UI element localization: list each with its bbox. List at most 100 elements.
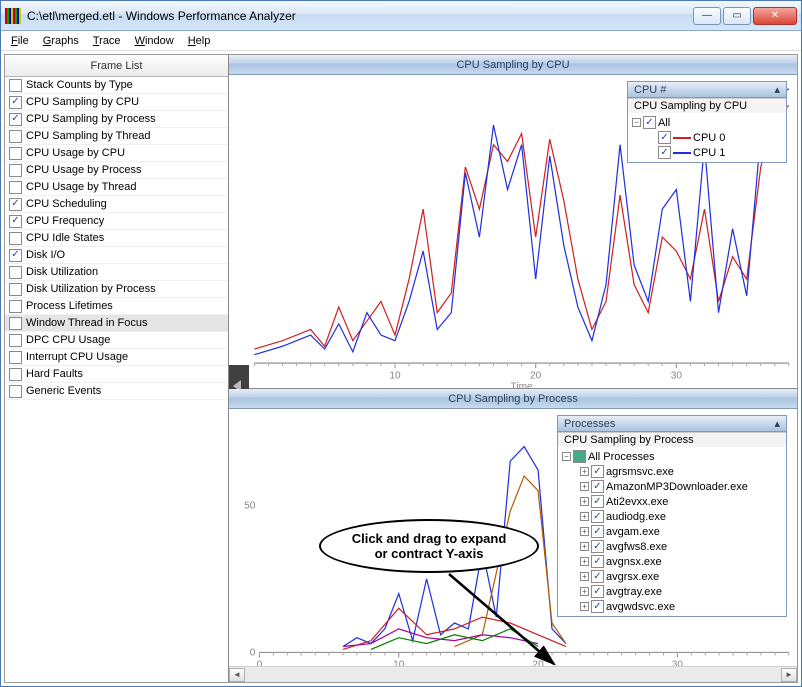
legend-item-label[interactable]: avgnsx.exe [606,556,662,568]
checkbox[interactable] [591,525,604,538]
tree-expander[interactable] [580,602,589,611]
legend-item-label[interactable]: avgtray.exe [606,586,662,598]
frame-list-item[interactable]: Window Thread in Focus [5,315,228,332]
frame-list-item[interactable]: CPU Usage by Thread [5,179,228,196]
tree-expander[interactable] [580,527,589,536]
checkbox[interactable] [658,146,671,159]
frame-list-item[interactable]: Generic Events [5,383,228,400]
checkbox[interactable] [591,570,604,583]
checkbox[interactable] [9,215,22,228]
scroll-left-button[interactable]: ◄ [229,668,245,682]
tree-expander[interactable] [580,467,589,476]
frame-list-header[interactable]: Frame List [5,55,228,77]
frame-list[interactable]: Stack Counts by TypeCPU Sampling by CPUC… [5,77,228,682]
legend-item-label[interactable]: avgrsx.exe [606,571,659,583]
chart2-legend-tab[interactable]: CPU Sampling by Process [558,432,786,447]
checkbox[interactable] [9,164,22,177]
collapse-icon[interactable]: ▴ [774,83,780,96]
tree-expander[interactable] [580,542,589,551]
frame-list-item[interactable]: Disk Utilization by Process [5,281,228,298]
checkbox[interactable] [591,585,604,598]
checkbox[interactable] [591,510,604,523]
frame-list-item[interactable]: DPC CPU Usage [5,332,228,349]
maximize-button[interactable]: ▭ [723,7,751,25]
frame-list-item[interactable]: Disk Utilization [5,264,228,281]
frame-list-item[interactable]: CPU Idle States [5,230,228,247]
legend-item-label[interactable]: avgam.exe [606,526,660,538]
frame-list-item[interactable]: Hard Faults [5,366,228,383]
frame-list-item[interactable]: Process Lifetimes [5,298,228,315]
checkbox[interactable] [591,465,604,478]
titlebar[interactable]: C:\etl\merged.etl - Windows Performance … [1,1,801,31]
tree-expander[interactable] [580,482,589,491]
checkbox[interactable] [9,147,22,160]
chart1-legend[interactable]: CPU #▴ CPU Sampling by CPU AllCPU 0CPU 1 [627,81,787,163]
chart2-legend[interactable]: Processes▴ CPU Sampling by Process All P… [557,415,787,617]
checkbox[interactable] [9,232,22,245]
frame-list-item[interactable]: CPU Sampling by CPU [5,94,228,111]
checkbox[interactable] [9,317,22,330]
legend-item-label[interactable]: AmazonMP3Downloader.exe [606,481,748,493]
checkbox[interactable] [9,300,22,313]
frame-list-label: Generic Events [26,385,101,397]
chart1-title[interactable]: CPU Sampling by CPU [229,55,797,75]
frame-list-item[interactable]: CPU Usage by CPU [5,145,228,162]
scroll-right-button[interactable]: ► [781,668,797,682]
frame-list-item[interactable]: CPU Scheduling [5,196,228,213]
menu-help[interactable]: Help [182,34,217,48]
tree-expander[interactable] [562,452,571,461]
menu-window[interactable]: Window [129,34,180,48]
scroll-track[interactable] [245,668,781,682]
legend-item-label[interactable]: avgfws8.exe [606,541,667,553]
checkbox[interactable] [591,540,604,553]
checkbox[interactable] [658,131,671,144]
legend-item-label[interactable]: Ati2evxx.exe [606,496,668,508]
legend-item-label[interactable]: CPU 1 [693,147,725,159]
legend-item-label[interactable]: CPU 0 [693,132,725,144]
frame-list-item[interactable]: Disk I/O [5,247,228,264]
checkbox[interactable] [9,96,22,109]
checkbox[interactable] [591,480,604,493]
frame-list-item[interactable]: Stack Counts by Type [5,77,228,94]
checkbox[interactable] [9,79,22,92]
checkbox[interactable] [9,249,22,262]
checkbox[interactable] [9,113,22,126]
tree-expander[interactable] [632,118,641,127]
frame-list-item[interactable]: CPU Sampling by Thread [5,128,228,145]
close-button[interactable]: ✕ [753,7,797,25]
chart2-title[interactable]: CPU Sampling by Process [229,389,797,409]
chart1-legend-tab[interactable]: CPU Sampling by CPU [628,98,786,113]
checkbox[interactable] [9,385,22,398]
checkbox[interactable] [9,368,22,381]
legend-item-label[interactable]: avgwdsvc.exe [606,601,675,613]
horizontal-scrollbar[interactable]: ◄ ► [229,666,797,682]
tree-expander[interactable] [580,512,589,521]
checkbox[interactable] [591,495,604,508]
tree-expander[interactable] [580,572,589,581]
frame-list-item[interactable]: Interrupt CPU Usage [5,349,228,366]
checkbox[interactable] [9,334,22,347]
collapse-icon[interactable]: ▴ [774,417,780,430]
checkbox[interactable] [573,450,586,463]
frame-list-item[interactable]: CPU Frequency [5,213,228,230]
checkbox[interactable] [9,198,22,211]
tree-expander[interactable] [580,587,589,596]
legend-item-label[interactable]: audiodg.exe [606,511,666,523]
checkbox[interactable] [9,351,22,364]
checkbox[interactable] [9,181,22,194]
checkbox[interactable] [9,283,22,296]
checkbox[interactable] [591,555,604,568]
checkbox[interactable] [9,266,22,279]
menu-graphs[interactable]: Graphs [37,34,85,48]
checkbox[interactable] [9,130,22,143]
frame-list-item[interactable]: CPU Sampling by Process [5,111,228,128]
checkbox[interactable] [643,116,656,129]
frame-list-item[interactable]: CPU Usage by Process [5,162,228,179]
minimize-button[interactable]: — [693,7,721,25]
menu-trace[interactable]: Trace [87,34,127,48]
tree-expander[interactable] [580,497,589,506]
checkbox[interactable] [591,600,604,613]
menu-file[interactable]: File [5,34,35,48]
tree-expander[interactable] [580,557,589,566]
legend-item-label[interactable]: agrsmsvc.exe [606,466,674,478]
